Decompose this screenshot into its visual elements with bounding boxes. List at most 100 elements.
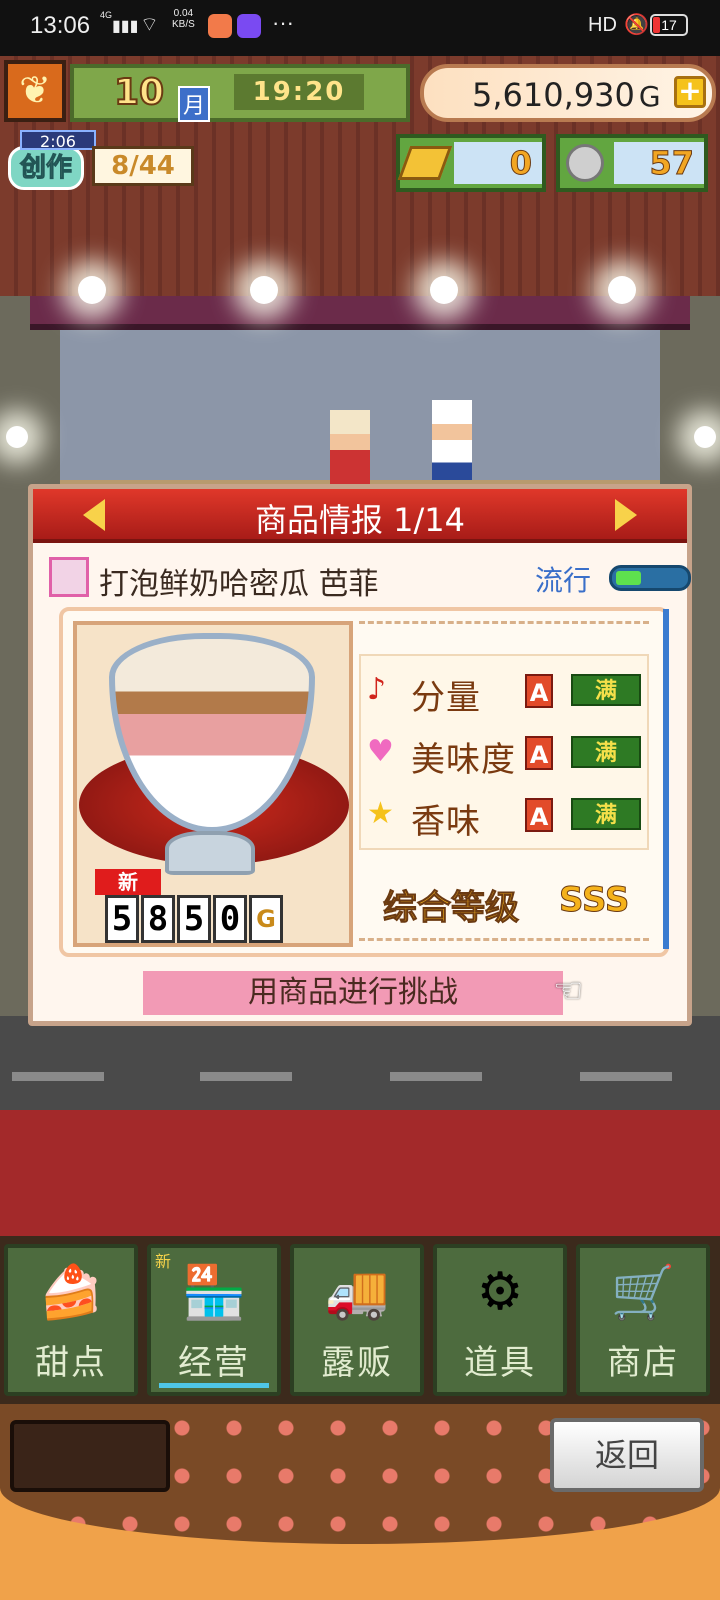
nav-label: 商店 <box>607 1343 679 1383</box>
stat-grade: A <box>525 798 553 832</box>
chef-character <box>432 400 472 480</box>
create-panel: 创作 2:06 8/44 <box>8 130 194 190</box>
game-clock: 19:20 <box>234 74 364 110</box>
nav-label: 经营 <box>178 1343 250 1383</box>
product-image: 新 5850G <box>73 621 353 947</box>
medal-counter[interactable]: 57 <box>556 134 708 192</box>
back-button[interactable]: 返回 <box>550 1418 704 1492</box>
star-icon: ★ <box>367 796 394 831</box>
signal-icon: ▮▮▮ <box>112 18 139 35</box>
status-time: 13:06 <box>30 12 91 39</box>
panel-scrollbar[interactable] <box>663 609 669 949</box>
wifi-icon: ⌔ <box>140 14 159 36</box>
stat-level: 满 <box>571 674 641 706</box>
road-marking <box>12 1072 104 1081</box>
create-count: 8/44 <box>92 146 194 186</box>
ceiling-light <box>250 276 278 304</box>
create-button[interactable]: 创作 <box>8 146 84 190</box>
product-category-icon <box>49 557 89 597</box>
selected-underline <box>159 1383 269 1388</box>
parfait-stem <box>165 831 255 875</box>
nav-label: 露贩 <box>321 1343 393 1383</box>
gold-bar-count: 0 <box>454 142 542 184</box>
trend-meter-fill <box>616 571 641 585</box>
shop-staff <box>330 410 370 490</box>
product-detail-card: 新 5850G ♪ 分量 A 满 ♥ 美味度 A 满 ★ 香味 A 满 综合等级 SSS <box>59 607 669 957</box>
net-speed: 0.04 KB/S <box>172 8 195 30</box>
panel-title: 商品情报 1/14 <box>254 501 466 539</box>
info-box <box>10 1420 170 1492</box>
price-currency: G <box>249 895 283 943</box>
challenge-with-product-button[interactable]: 用商品进行挑战 <box>143 971 563 1015</box>
cart-icon: 🛒 <box>610 1263 676 1323</box>
date-panel: 10 月 19:20 <box>70 64 410 122</box>
overall-grade-label: 综合等级 <box>383 888 520 929</box>
bottom-nav: 🍰 甜点 🏪 经营新 🚚 露贩 ⚙ 道具 🛒 商店 <box>0 1236 720 1404</box>
month-number: 10 <box>113 71 165 114</box>
network-indicator: 4G <box>100 10 113 20</box>
wall-light <box>694 426 716 448</box>
stat-grade: A <box>525 674 553 708</box>
stat-row: ♪ 分量 A 满 <box>367 664 647 720</box>
nav-item-manage[interactable]: 🏪 经营新 <box>147 1244 281 1396</box>
medal-count: 57 <box>614 142 704 184</box>
red-carpet <box>0 1110 720 1236</box>
stat-level: 满 <box>571 798 641 830</box>
create-timer: 2:06 <box>20 130 96 151</box>
stat-level: 满 <box>571 736 641 768</box>
stat-label: 香味 <box>411 802 481 842</box>
road-marking <box>580 1072 672 1081</box>
product-name-row: 打泡鲜奶哈密瓜 芭菲 流行 <box>49 557 691 602</box>
product-stats: ♪ 分量 A 满 ♥ 美味度 A 满 ★ 香味 A 满 综合等级 SSS <box>359 621 649 941</box>
ceiling-light <box>608 276 636 304</box>
gear-bag-icon: ⚙ <box>476 1262 524 1322</box>
road-marking <box>390 1072 482 1081</box>
next-product-arrow-icon[interactable] <box>615 499 637 531</box>
stat-row: ♥ 美味度 A 满 <box>367 726 647 782</box>
nav-item-stall[interactable]: 🚚 露贩 <box>290 1244 424 1396</box>
nav-label: 道具 <box>464 1343 536 1383</box>
overall-grade-value: SSS <box>558 880 630 921</box>
panel-header: 商品情报 1/14 <box>33 489 687 543</box>
money-value: 5,610,930 G <box>472 76 661 114</box>
new-indicator: 新 <box>155 1252 172 1271</box>
medal-icon <box>566 144 604 182</box>
price-digit: 5 <box>105 895 139 943</box>
add-money-button[interactable]: + <box>674 76 706 108</box>
pointing-hand-icon: ☜ <box>553 971 584 1011</box>
road-marking <box>200 1072 292 1081</box>
battery-indicator: 17 <box>650 14 688 36</box>
trend-label: 流行 <box>535 564 592 597</box>
ceiling-light <box>78 276 106 304</box>
nav-item-items[interactable]: ⚙ 道具 <box>433 1244 567 1396</box>
nav-item-store[interactable]: 🛒 商店 <box>576 1244 710 1396</box>
season-maple-icon[interactable]: ❦ <box>4 60 66 122</box>
stat-label: 美味度 <box>411 740 516 780</box>
new-badge: 新 <box>95 869 161 895</box>
trend-meter <box>609 565 691 591</box>
product-price: 5850G <box>105 895 283 945</box>
cake-icon: 🍰 <box>38 1263 104 1323</box>
music-note-icon: ♪ <box>367 672 387 707</box>
gold-bar-counter[interactable]: 0 <box>396 134 546 192</box>
status-bar: 13:06 4G ▮▮▮ ⌔ 0.04 KB/S ··· HD 🔕 17 <box>0 0 720 56</box>
top-hud: ❦ 10 月 19:20 5,610,930 G + <box>0 56 720 126</box>
nav-label: 甜点 <box>35 1343 107 1383</box>
stat-label: 分量 <box>411 678 481 718</box>
heart-icon: ♥ <box>367 734 394 769</box>
product-name: 打泡鲜奶哈密瓜 芭菲 <box>99 567 379 602</box>
money-panel: 5,610,930 G + <box>420 64 716 122</box>
shop-awning <box>30 296 690 330</box>
mute-icon: 🔕 <box>624 14 649 36</box>
wall-light <box>6 426 28 448</box>
product-info-panel: 商品情报 1/14 打泡鲜奶哈密瓜 芭菲 流行 新 5850G ♪ 分量 A 满 ♥ 美味… <box>28 484 692 1026</box>
food-truck-icon: 🚚 <box>324 1263 390 1323</box>
price-digit: 5 <box>177 895 211 943</box>
game-screen: { "status_bar": { "time": "13:06", "netw… <box>0 0 720 1600</box>
stat-row: ★ 香味 A 满 <box>367 788 647 844</box>
notification-app-icon <box>208 14 232 38</box>
month-label: 月 <box>178 86 211 122</box>
ceiling-light <box>430 276 458 304</box>
hd-indicator: HD <box>588 14 617 36</box>
nav-item-dessert[interactable]: 🍰 甜点 <box>4 1244 138 1396</box>
